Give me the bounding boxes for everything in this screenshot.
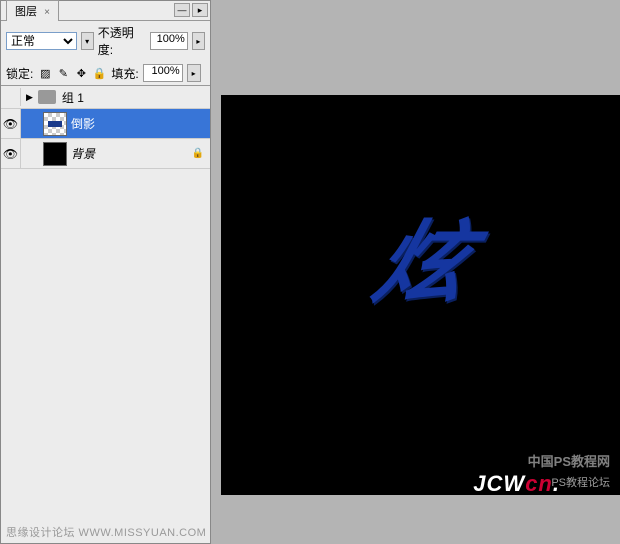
canvas-main-text: 炫 xyxy=(362,190,479,320)
visibility-toggle[interactable] xyxy=(3,88,21,106)
folder-icon xyxy=(38,90,56,104)
layers-panel: — ▸ 图层 × 正常 ▾ 不透明度: 100% ▸ 锁定: ▨ ✎ ✥ 🔒 填… xyxy=(0,0,211,544)
fill-input[interactable]: 100% xyxy=(143,64,183,82)
footer-credit: 思缘设计论坛 WWW.MISSYUAN.COM xyxy=(6,524,206,540)
watermark-forum: PS教程论坛 xyxy=(551,474,610,490)
lock-all-icon[interactable]: 🔒 xyxy=(91,65,107,81)
group-name[interactable]: 组 1 xyxy=(62,89,84,106)
watermark-site-name: 中国PS教程网 xyxy=(528,451,610,470)
expand-triangle-icon[interactable]: ▶ xyxy=(23,92,36,103)
visibility-toggle[interactable]: 👁 xyxy=(1,139,21,168)
blend-arrow-button[interactable]: ▾ xyxy=(81,32,94,50)
fill-label: 填充: xyxy=(111,65,138,82)
panel-minimize-button[interactable]: — xyxy=(174,3,190,17)
visibility-toggle[interactable]: 👁 xyxy=(1,109,21,138)
layer-list: ▶ 组 1 👁 倒影 👁 背景 🔒 xyxy=(1,86,210,529)
panel-menu-button[interactable]: ▸ xyxy=(192,3,208,17)
watermark-logo-dot: . xyxy=(553,471,560,496)
lock-icons-group: ▨ ✎ ✥ 🔒 xyxy=(37,65,107,81)
layer-name[interactable]: 背景 xyxy=(71,145,192,162)
tab-label: 图层 xyxy=(15,6,37,18)
watermark-logo-part-a: JCW xyxy=(473,471,525,496)
layer-row-background[interactable]: 👁 背景 🔒 xyxy=(1,139,210,169)
fill-arrow-button[interactable]: ▸ xyxy=(187,64,201,82)
layer-group-header[interactable]: ▶ 组 1 xyxy=(1,86,210,109)
lock-label: 锁定: xyxy=(6,65,33,82)
blend-mode-select[interactable]: 正常 xyxy=(6,32,77,50)
layer-row-reflection[interactable]: 👁 倒影 xyxy=(1,109,210,139)
watermark-logo: JCWcn. xyxy=(473,471,560,497)
lock-icon: 🔒 xyxy=(192,148,204,159)
canvas[interactable]: 炫 中国PS教程网 PS教程论坛 JCWcn. xyxy=(221,95,620,495)
panel-window-controls: — ▸ xyxy=(174,3,208,17)
canvas-workspace: 炫 中国PS教程网 PS教程论坛 JCWcn. xyxy=(211,0,620,544)
lock-move-icon[interactable]: ✥ xyxy=(73,65,89,81)
layer-thumbnail[interactable] xyxy=(43,112,67,136)
opacity-arrow-button[interactable]: ▸ xyxy=(192,32,205,50)
watermark-logo-part-b: cn xyxy=(525,471,553,496)
layer-thumbnail[interactable] xyxy=(43,142,67,166)
opacity-input[interactable]: 100% xyxy=(150,32,188,50)
lock-transparency-icon[interactable]: ▨ xyxy=(37,65,53,81)
layer-name[interactable]: 倒影 xyxy=(71,115,210,132)
opacity-label: 不透明度: xyxy=(98,24,146,58)
tab-layers[interactable]: 图层 × xyxy=(6,0,59,21)
blend-opacity-row: 正常 ▾ 不透明度: 100% ▸ xyxy=(1,21,210,61)
lock-brush-icon[interactable]: ✎ xyxy=(55,65,71,81)
empty-layer-area xyxy=(1,169,210,529)
lock-fill-row: 锁定: ▨ ✎ ✥ 🔒 填充: 100% ▸ xyxy=(1,61,210,85)
close-icon[interactable]: × xyxy=(44,7,50,18)
